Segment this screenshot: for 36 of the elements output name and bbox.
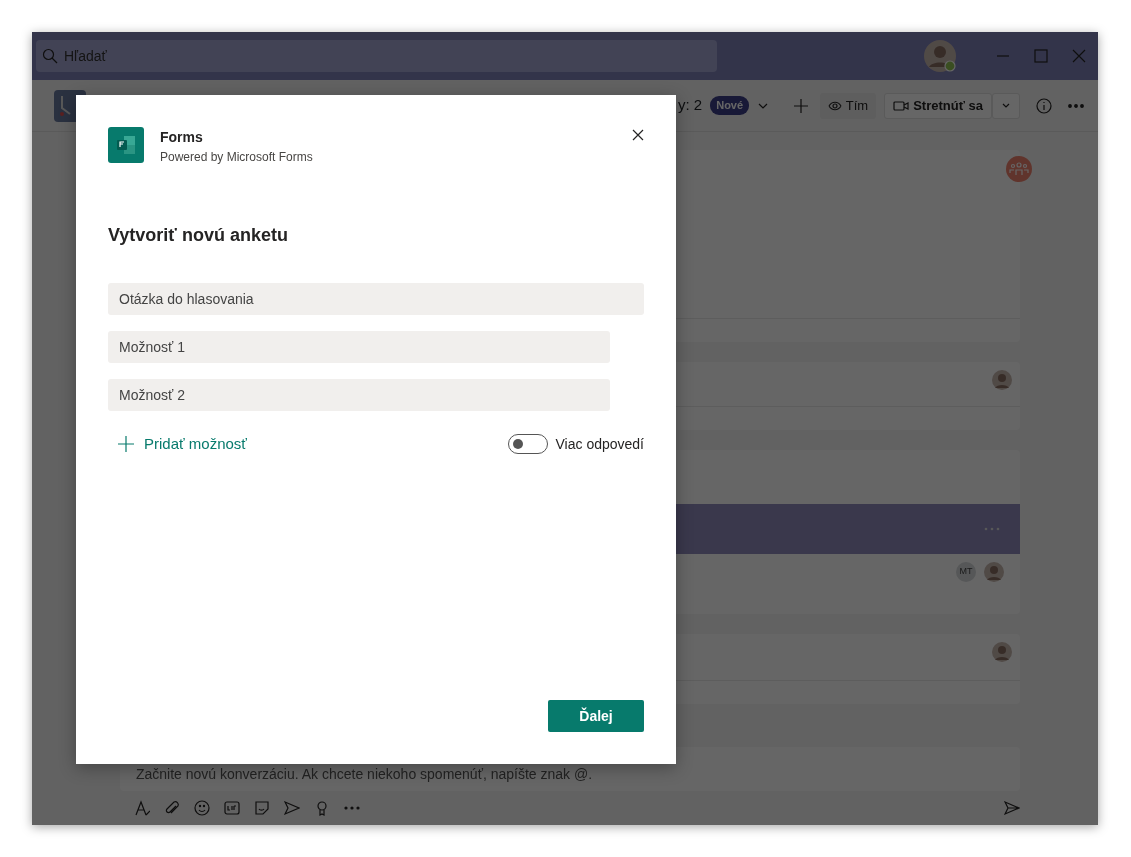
avatar-initials: MT (956, 562, 976, 582)
close-icon[interactable] (632, 129, 644, 141)
dialog-heading: Vytvoriť novú anketu (108, 224, 289, 247)
question-field[interactable]: Otázka do hlasovania (108, 283, 644, 315)
option-field[interactable]: Možnosť 1 (108, 331, 610, 363)
plus-icon[interactable] (793, 97, 810, 114)
app-subtitle: Powered by Microsoft Forms (160, 149, 313, 166)
search-field[interactable]: Hľadať (36, 40, 717, 72)
plus-icon (118, 436, 134, 453)
eye-icon (827, 100, 842, 111)
send-icon[interactable] (284, 800, 300, 816)
avatar-icon[interactable] (924, 40, 956, 72)
tab-label[interactable]: y: 2 (678, 94, 703, 117)
toggle-label: Viac odpovedí (555, 434, 644, 454)
paperclip-icon[interactable] (164, 800, 180, 816)
avatar-icon (984, 562, 1004, 582)
add-option-link[interactable]: Pridať možnosť (108, 433, 247, 456)
video-camera-icon (893, 99, 910, 112)
forms-app-icon (108, 127, 144, 163)
option-field[interactable]: Možnosť 2 (108, 379, 610, 411)
next-button[interactable]: Ďalej (548, 700, 644, 732)
send-icon[interactable] (1004, 800, 1020, 816)
toggle-switch[interactable] (507, 434, 548, 455)
team-button[interactable]: Tím (819, 92, 877, 119)
more-icon[interactable] (1068, 103, 1084, 108)
sticker-icon[interactable] (254, 800, 270, 816)
new-badge: Nové (710, 96, 750, 115)
avatar-icon (992, 370, 1012, 390)
avatar-icon (992, 642, 1012, 662)
info-icon[interactable] (1036, 97, 1052, 114)
format-icon[interactable] (134, 800, 150, 816)
emoji-icon[interactable] (194, 800, 210, 816)
award-icon[interactable] (314, 800, 330, 816)
more-icon[interactable] (984, 527, 1000, 531)
app-name: Forms (160, 128, 204, 147)
meet-button[interactable]: Stretnúť sa (884, 92, 992, 119)
